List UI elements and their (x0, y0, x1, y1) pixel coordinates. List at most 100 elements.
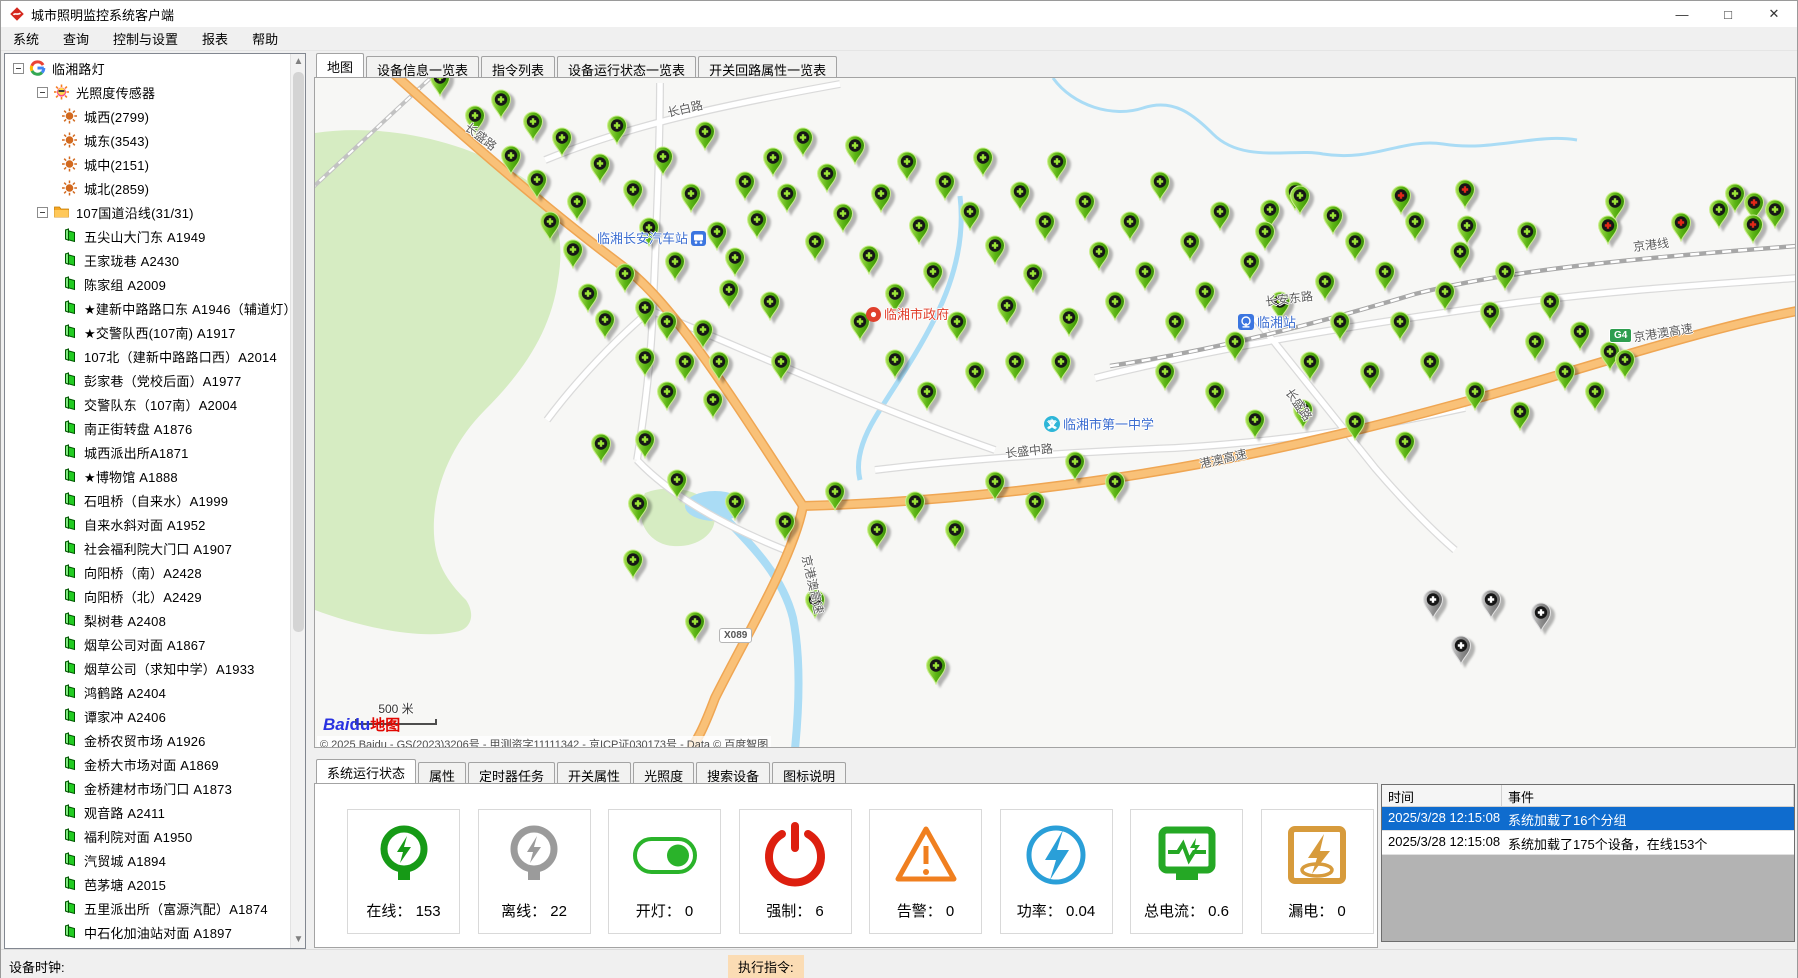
device-pin-green[interactable] (776, 183, 798, 213)
device-pin-green[interactable] (804, 231, 826, 261)
device-pin-green[interactable] (759, 291, 781, 321)
bottom-tab-光照度[interactable]: 光照度 (633, 762, 694, 783)
tree-device-item[interactable]: 汽贸城 A1894 (5, 848, 289, 872)
device-pin-green[interactable] (590, 433, 612, 463)
tree-device-item[interactable]: 王家珑巷 A2430 (5, 248, 289, 272)
tree-device-item[interactable]: 五里派出所（富源汽配）A1874 (5, 896, 289, 920)
device-pin-green[interactable] (500, 145, 522, 175)
device-pin-green[interactable] (774, 511, 796, 541)
device-pin-green[interactable] (1389, 311, 1411, 341)
device-pin-green[interactable] (1494, 261, 1516, 291)
device-pin-green[interactable] (490, 89, 512, 119)
scroll-thumb[interactable] (293, 72, 304, 632)
bottom-tab-开关属性[interactable]: 开关属性 (557, 762, 631, 783)
device-pin-green[interactable] (1088, 241, 1110, 271)
bottom-tab-定时器任务[interactable]: 定时器任务 (468, 762, 555, 783)
tree-device-item[interactable]: 城西派出所A1871 (5, 440, 289, 464)
device-pin-green[interactable] (1254, 221, 1276, 251)
device-pin-green[interactable] (694, 121, 716, 151)
device-pin-green[interactable] (1024, 491, 1046, 521)
device-pin-green[interactable] (622, 179, 644, 209)
device-pin-green[interactable] (1322, 205, 1344, 235)
device-pin-green[interactable] (539, 211, 561, 241)
main-tab-开关回路属性一览表[interactable]: 开关回路属性一览表 (698, 56, 837, 77)
tree-scrollbar[interactable]: ▲ ▼ (290, 54, 305, 948)
collapse-icon[interactable] (37, 207, 48, 218)
scroll-down-icon[interactable]: ▼ (291, 932, 306, 948)
device-pin-green[interactable] (1179, 231, 1201, 261)
bottom-tab-系统运行状态[interactable]: 系统运行状态 (316, 759, 416, 783)
device-pin-green[interactable] (526, 169, 548, 199)
map-view[interactable]: 长白路长盛路长安东路长盛路长盛中路港澳高速京港澳高速京港澳高速京港线临湘长安汽车… (314, 77, 1796, 748)
device-pin-green[interactable] (934, 171, 956, 201)
device-pin-red[interactable] (1670, 212, 1692, 242)
tree-device-item[interactable]: 南正街转盘 A1876 (5, 416, 289, 440)
device-pin-green[interactable] (1764, 199, 1786, 229)
device-pin-green[interactable] (594, 309, 616, 339)
device-pin-green[interactable] (870, 183, 892, 213)
device-pin-green[interactable] (1479, 301, 1501, 331)
device-pin-green[interactable] (1359, 361, 1381, 391)
device-pin-green[interactable] (606, 115, 628, 145)
device-pin-green[interactable] (666, 469, 688, 499)
device-pin-green[interactable] (1134, 261, 1156, 291)
tree-device-item[interactable]: 梨树巷 A2408 (5, 608, 289, 632)
device-pin-green[interactable] (1708, 199, 1730, 229)
device-pin-green[interactable] (1074, 191, 1096, 221)
tree-device-item[interactable]: 金桥农贸市场 A1926 (5, 728, 289, 752)
device-pin-green[interactable] (589, 153, 611, 183)
tree-device-item[interactable]: 107北（建新中路路口西）A2014 (5, 344, 289, 368)
device-pin-green[interactable] (770, 351, 792, 381)
device-pin-green[interactable] (944, 519, 966, 549)
menu-item-系统[interactable]: 系统 (1, 26, 51, 51)
device-pin-green[interactable] (724, 247, 746, 277)
device-pin-green[interactable] (762, 147, 784, 177)
device-pin-green[interactable] (1119, 211, 1141, 241)
device-pin-green[interactable] (551, 127, 573, 157)
device-pin-green[interactable] (1584, 381, 1606, 411)
tree-group-devices[interactable]: 107国道沿线(31/31) (5, 200, 289, 224)
device-pin-green[interactable] (1289, 185, 1311, 215)
device-pin-green[interactable] (1104, 471, 1126, 501)
device-pin-green[interactable] (1058, 307, 1080, 337)
device-pin-gray[interactable] (1480, 589, 1502, 619)
device-pin-green[interactable] (692, 319, 714, 349)
device-pin-green[interactable] (916, 381, 938, 411)
device-pin-green[interactable] (674, 351, 696, 381)
tree-device-item[interactable]: 向阳桥（北）A2429 (5, 584, 289, 608)
device-pin-green[interactable] (792, 127, 814, 157)
tree-sensor-item[interactable]: 城中(2151) (5, 152, 289, 176)
device-pin-green[interactable] (996, 295, 1018, 325)
device-pin-green[interactable] (972, 147, 994, 177)
device-pin-green[interactable] (866, 519, 888, 549)
tree-sensor-item[interactable]: 城东(3543) (5, 128, 289, 152)
tree-device-item[interactable]: 向阳桥（南）A2428 (5, 560, 289, 584)
device-pin-green[interactable] (634, 429, 656, 459)
device-pin-green[interactable] (1194, 281, 1216, 311)
tree-device-item[interactable]: 社会福利院大门口 A1907 (5, 536, 289, 560)
device-pin-green[interactable] (1149, 171, 1171, 201)
device-pin-green[interactable] (896, 151, 918, 181)
device-pin-green[interactable] (1209, 201, 1231, 231)
device-pin-red[interactable] (1597, 215, 1619, 245)
tree-device-item[interactable]: ★交警队西(107南) A1917 (5, 320, 289, 344)
device-pin-green[interactable] (1104, 291, 1126, 321)
main-tab-设备运行状态一览表[interactable]: 设备运行状态一览表 (557, 56, 696, 77)
device-pin-green[interactable] (1614, 349, 1636, 379)
device-pin-green[interactable] (1022, 263, 1044, 293)
menu-item-控制与设置[interactable]: 控制与设置 (101, 26, 190, 51)
device-pin-green[interactable] (429, 77, 451, 97)
device-pin-green[interactable] (824, 481, 846, 511)
tree-device-item[interactable]: 石咀桥（自来水）A1999 (5, 488, 289, 512)
device-pin-green[interactable] (1064, 451, 1086, 481)
device-pin-green[interactable] (1524, 331, 1546, 361)
tree-device-item[interactable]: 烟草公司对面 A1867 (5, 632, 289, 656)
main-tab-地图[interactable]: 地图 (316, 53, 364, 77)
device-pin-red[interactable] (1742, 214, 1764, 244)
device-pin-green[interactable] (1419, 351, 1441, 381)
device-pin-green[interactable] (844, 135, 866, 165)
device-pin-green[interactable] (634, 347, 656, 377)
device-pin-green[interactable] (1050, 351, 1072, 381)
minimize-button[interactable]: — (1659, 1, 1705, 27)
close-button[interactable]: ✕ (1751, 1, 1797, 27)
